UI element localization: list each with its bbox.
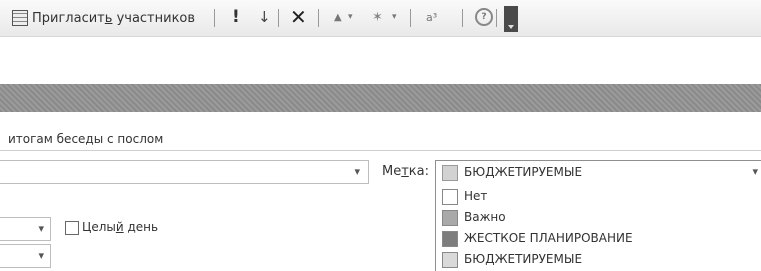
previous-item-dropdown-icon[interactable]: ▾ xyxy=(348,7,353,27)
label-select[interactable]: БЮДЖЕТИРУЕМЫЕ ▾ xyxy=(435,160,761,184)
invite-attendees-button[interactable]: Пригласить участников xyxy=(12,8,195,28)
toolbar-separator xyxy=(278,9,279,27)
toolbar-separator xyxy=(318,9,319,27)
label-selected-value: БЮДЖЕТИРУЕМЫЕ xyxy=(464,165,583,179)
toolbar: Пригласить участников ! ↓ ✕ ▲ ▾ ✶ ▾ a³ ? xyxy=(0,0,761,37)
label-option-budgeted[interactable]: БЮДЖЕТИРУЕМЫЕ xyxy=(436,249,761,270)
info-banner xyxy=(0,84,761,112)
label-color-swatch xyxy=(442,252,458,268)
label-option-text: Важно xyxy=(464,210,506,224)
spelling-icon[interactable]: a³ xyxy=(426,7,437,27)
all-day-checkbox[interactable] xyxy=(65,221,79,235)
label-color-swatch xyxy=(442,210,458,226)
label-color-swatch xyxy=(442,189,458,205)
toolbar-options-icon[interactable] xyxy=(504,6,518,32)
invite-attendees-label: Пригласить участников xyxy=(32,10,196,26)
toolbar-separator xyxy=(214,9,215,27)
next-item-icon[interactable]: ✶ xyxy=(372,7,383,27)
label-option-text: Нет xyxy=(464,189,488,203)
invite-attendees-icon xyxy=(12,10,28,26)
next-item-dropdown-icon[interactable]: ▾ xyxy=(392,7,397,27)
label-option-text: ЖЕСТКОЕ ПЛАНИРОВАНИЕ xyxy=(464,231,633,245)
toolbar-separator xyxy=(496,9,497,27)
location-select[interactable]: ▾ xyxy=(0,160,369,184)
label-dropdown-list: Нет Важно ЖЕСТКОЕ ПЛАНИРОВАНИЕ БЮДЖЕТИРУ… xyxy=(435,183,761,271)
end-time-select[interactable]: ▾ xyxy=(0,244,51,268)
low-importance-icon[interactable]: ↓ xyxy=(258,7,271,27)
chevron-down-icon[interactable]: ▾ xyxy=(38,222,44,235)
toolbar-separator xyxy=(462,9,463,27)
high-importance-icon[interactable]: ! xyxy=(232,7,240,27)
label-caption: Метка: xyxy=(382,164,429,179)
help-glyph: ? xyxy=(475,8,493,26)
label-option-text: БЮДЖЕТИРУЕМЫЕ xyxy=(464,252,583,266)
all-day-label: Целый день xyxy=(82,220,159,234)
subject-value: итогам беседы с послом xyxy=(8,132,164,146)
label-option-important[interactable]: Важно xyxy=(436,207,761,228)
chevron-down-icon[interactable]: ▾ xyxy=(354,165,360,178)
delete-icon[interactable]: ✕ xyxy=(290,5,307,29)
label-color-swatch xyxy=(442,165,458,181)
subject-field[interactable]: итогам беседы с послом xyxy=(0,128,761,151)
start-time-select[interactable]: ▾ xyxy=(0,217,51,241)
chevron-down-icon[interactable]: ▾ xyxy=(38,249,44,262)
chevron-down-icon[interactable]: ▾ xyxy=(752,165,758,178)
toolbar-separator xyxy=(410,9,411,27)
label-option-none[interactable]: Нет xyxy=(436,186,761,207)
help-icon[interactable]: ? xyxy=(475,7,493,27)
label-color-swatch xyxy=(442,231,458,247)
previous-item-icon[interactable]: ▲ xyxy=(334,7,342,27)
label-option-hard-planning[interactable]: ЖЕСТКОЕ ПЛАНИРОВАНИЕ xyxy=(436,228,761,249)
